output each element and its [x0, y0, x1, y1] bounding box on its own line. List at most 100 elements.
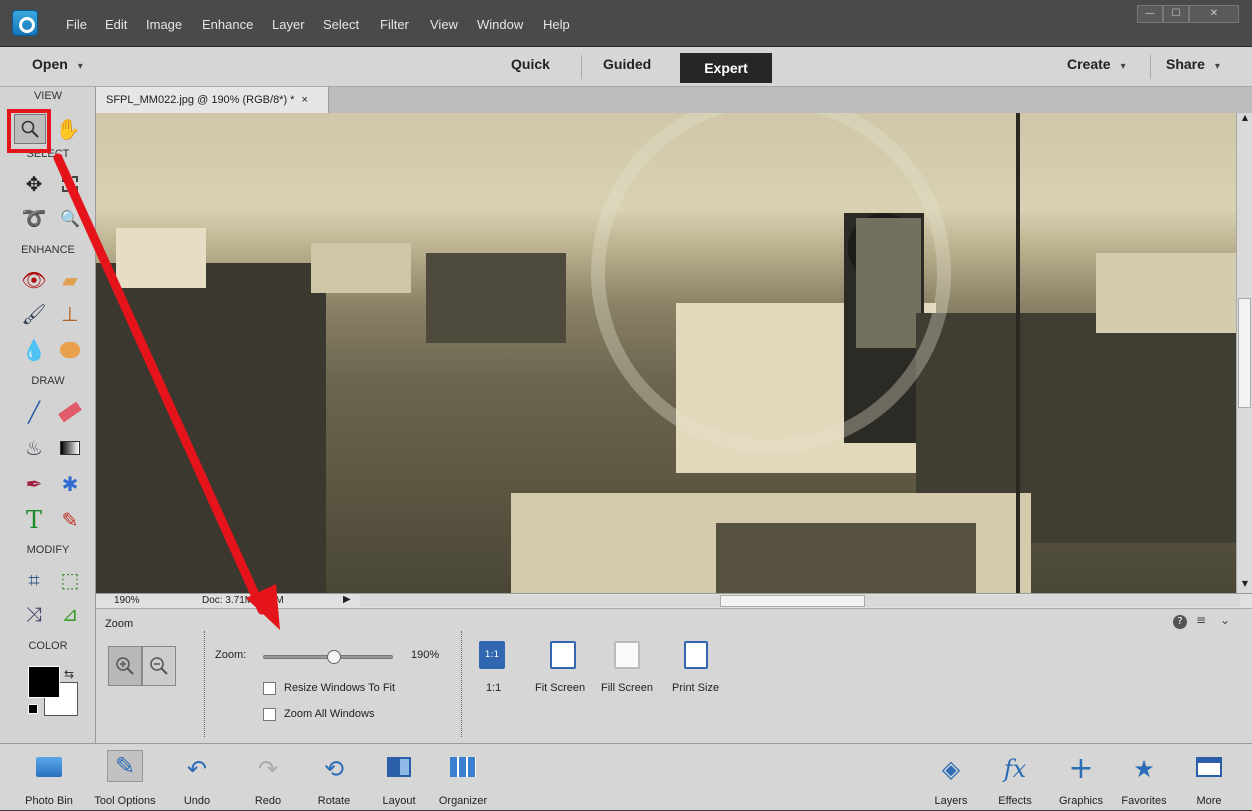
custom-shape-button[interactable]: ✱ — [54, 469, 86, 499]
favorites-button[interactable]: ★ Favorites — [1117, 744, 1171, 811]
menu-enhance[interactable]: Enhance — [202, 17, 253, 32]
more-button[interactable]: More — [1186, 744, 1232, 811]
create-button[interactable]: Create ▾ — [1067, 56, 1126, 72]
menu-select[interactable]: Select — [323, 17, 359, 32]
zoom-slider-handle[interactable] — [326, 650, 341, 664]
menu-view[interactable]: View — [430, 17, 458, 32]
eyedropper-icon: ✒ — [25, 472, 43, 496]
type-tool-button[interactable]: T — [18, 505, 50, 535]
straighten-tool-button[interactable]: ⊿ — [54, 599, 86, 629]
eyedropper-button[interactable]: ✒ — [18, 469, 50, 499]
fit-screen-label[interactable]: Fit Screen — [535, 682, 585, 694]
content-aware-move-button[interactable]: ⤨ — [18, 599, 50, 629]
pencil-tool-button[interactable]: ✎ — [54, 505, 86, 535]
zoom-readout[interactable]: 190% — [114, 595, 140, 606]
scroll-up-icon[interactable]: ▲ — [1237, 113, 1252, 127]
resize-windows-checkbox[interactable] — [263, 682, 276, 695]
menu-filter[interactable]: Filter — [380, 17, 409, 32]
swap-colors-icon[interactable]: ⇆ — [64, 667, 74, 681]
minimize-button[interactable]: — — [1137, 5, 1163, 23]
organizer-icon — [450, 754, 476, 784]
layout-button[interactable]: Layout — [374, 744, 424, 811]
puzzle-icon: ✱ — [61, 472, 79, 496]
redo-button[interactable]: ↷ Redo — [245, 744, 291, 811]
organizer-button[interactable]: Organizer — [430, 744, 496, 811]
divider — [461, 631, 462, 737]
document-tab[interactable]: SFPL_MM022.jpg @ 190% (RGB/8*) * × — [96, 87, 329, 113]
chevron-down-icon: ▾ — [77, 61, 83, 72]
sponge-icon — [60, 342, 80, 358]
brush-tool-button[interactable]: ╱ — [18, 397, 50, 427]
section-draw-label: DRAW — [31, 375, 65, 387]
scroll-down-icon[interactable]: ▼ — [1237, 579, 1252, 593]
graphics-button[interactable]: + Graphics — [1054, 744, 1108, 811]
organizer-label: Organizer — [438, 795, 488, 807]
section-modify-label: MODIFY — [26, 544, 70, 556]
section-enhance-label: ENHANCE — [21, 244, 75, 256]
tab-expert[interactable]: Expert — [680, 53, 772, 83]
zoom-out-button[interactable] — [142, 646, 176, 686]
menu-layer[interactable]: Layer — [272, 17, 305, 32]
fill-screen-label[interactable]: Fill Screen — [601, 682, 653, 694]
move-icon: ✥ — [25, 172, 43, 196]
status-menu-icon[interactable]: ▶ — [343, 594, 351, 605]
zoom-all-windows-checkbox[interactable] — [263, 708, 276, 721]
photo-bin-button[interactable]: Photo Bin — [14, 744, 84, 811]
crop-icon: ⌗ — [28, 568, 40, 592]
share-button[interactable]: Share ▾ — [1166, 56, 1220, 72]
close-window-button[interactable]: ✕ — [1189, 5, 1239, 23]
foreground-color-swatch[interactable] — [28, 666, 60, 698]
recompose-tool-button[interactable]: ⬚ — [54, 565, 86, 595]
layers-button[interactable]: ◈ Layers — [928, 744, 974, 811]
tab-guided[interactable]: Guided — [603, 56, 651, 72]
tab-quick[interactable]: Quick — [511, 56, 550, 72]
menu-window[interactable]: Window — [477, 17, 523, 32]
open-button[interactable]: Open ▾ — [32, 56, 83, 72]
menu-image[interactable]: Image — [146, 17, 182, 32]
scroll-thumb[interactable] — [1238, 298, 1251, 408]
effects-button[interactable]: fx Effects — [992, 744, 1038, 811]
print-size-icon[interactable] — [684, 641, 708, 669]
fit-screen-icon[interactable] — [550, 641, 576, 669]
close-tab-icon[interactable]: × — [302, 94, 308, 106]
quick-selection-tool-button[interactable]: 🔍 — [54, 203, 86, 233]
zoom-slider[interactable] — [263, 650, 393, 664]
print-size-label[interactable]: Print Size — [672, 682, 719, 694]
help-icon[interactable]: ? — [1173, 615, 1187, 629]
preset-1-1-label[interactable]: 1:1 — [486, 682, 501, 694]
tool-options-button[interactable]: ✎ Tool Options — [87, 744, 163, 811]
gradient-tool-button[interactable] — [54, 433, 86, 463]
type-icon: T — [25, 506, 42, 534]
sponge-tool-button[interactable] — [54, 335, 86, 365]
rotate-button[interactable]: ⟲ Rotate — [308, 744, 360, 811]
blur-tool-button[interactable]: 💧 — [18, 335, 50, 365]
marquee-tool-button[interactable] — [54, 169, 86, 199]
vertical-scrollbar[interactable]: ▲ ▼ — [1236, 113, 1252, 593]
fill-screen-icon[interactable] — [614, 641, 640, 669]
move-tool-button[interactable]: ✥ — [18, 169, 50, 199]
menu-help[interactable]: Help — [543, 17, 570, 32]
layout-label: Layout — [382, 795, 416, 807]
tool-options-icon: ✎ — [107, 750, 143, 782]
clone-stamp-button[interactable]: ⊥ — [54, 299, 86, 329]
eraser-tool-button[interactable] — [54, 397, 86, 427]
collapse-panel-icon[interactable]: ⌄ — [1220, 613, 1230, 627]
smart-brush-button[interactable]: 🖌 — [18, 299, 50, 329]
menu-edit[interactable]: Edit — [105, 17, 127, 32]
menu-file[interactable]: File — [66, 17, 87, 32]
zoom-in-button[interactable] — [108, 646, 142, 686]
maximize-button[interactable]: ☐ — [1163, 5, 1189, 23]
image-canvas[interactable] — [96, 113, 1236, 593]
horizontal-scrollbar[interactable] — [360, 595, 1240, 607]
lasso-tool-button[interactable]: ➰ — [18, 203, 50, 233]
undo-button[interactable]: ↶ Undo — [174, 744, 220, 811]
panel-menu-icon[interactable]: ≡ — [1196, 613, 1206, 627]
horizontal-scroll-thumb[interactable] — [720, 595, 865, 607]
paint-bucket-button[interactable]: ♨ — [18, 433, 50, 463]
hand-tool-button[interactable]: ✋ — [52, 114, 84, 144]
crop-tool-button[interactable]: ⌗ — [18, 565, 50, 595]
healing-brush-button[interactable]: ▰ — [54, 265, 86, 295]
preset-1-1-button[interactable]: 1:1 — [479, 641, 505, 669]
default-colors-icon[interactable] — [28, 704, 38, 714]
red-eye-tool-button[interactable]: 👁 — [18, 265, 50, 295]
